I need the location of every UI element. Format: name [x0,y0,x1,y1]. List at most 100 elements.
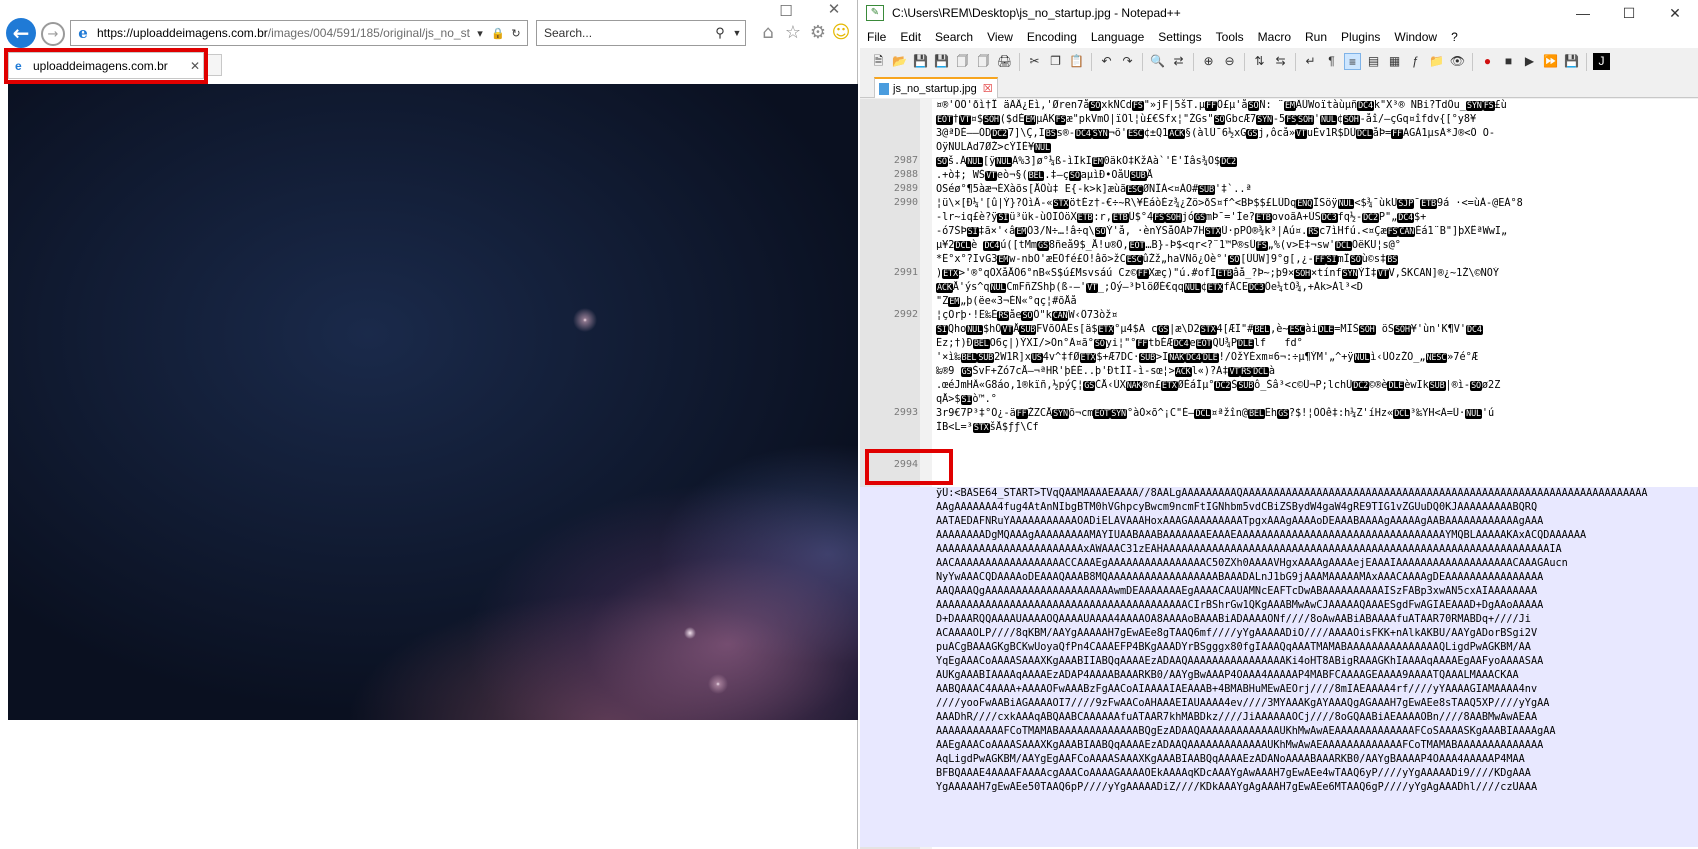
menu-help[interactable]: ? [1444,30,1465,44]
lock-icon[interactable]: 🔒 [491,27,505,40]
search-box[interactable]: Search... ⚲ ▼ [536,20,746,46]
editor-line[interactable]: 3r9€7P³‡°Ó¿-äFFŽZCÅSYNõ¬cmEOT SYN°àÒ×õ^¡C… [936,407,1696,422]
editor-line[interactable]: ÍB<L=³STXšÅ$ƒƒ\Cf [936,421,1696,436]
menu-plugins[interactable]: Plugins [1334,30,1387,44]
find-icon[interactable]: 🔍 [1149,53,1166,70]
function-list-icon[interactable]: ƒ [1407,53,1424,70]
save-icon[interactable]: 💾 [912,53,929,70]
language-icon[interactable]: ▤ [1365,53,1382,70]
record-macro-icon[interactable]: ● [1479,53,1496,70]
smiley-icon[interactable]: ☺ [830,22,852,43]
refresh-icon[interactable]: ↻ [509,27,523,40]
indent-guide-icon[interactable]: ≡ [1344,53,1361,70]
editor-line[interactable]: AAAAAAAAAAAAAAAAAAAAAAAAxAWAAAC31zEAHAAA… [936,543,1696,558]
editor-line[interactable]: ‰®9 GSŠvF+Žó7cÅ—¬ªHR'þÈÉ..þ'ÐtÍÎ-ì-sœ¦>A… [936,365,1696,380]
editor-line[interactable]: AATAEDAFNRuYAAAAAAAAAAAOADiELAVAAAHoxAAA… [936,515,1696,530]
undo-icon[interactable]: ↶ [1098,53,1115,70]
editor-line[interactable]: YqEgAAACoAAAASAAAXKgAAABIIABQqAAAAEzADAA… [936,655,1696,670]
print-icon[interactable]: 🖨 [996,53,1013,70]
editor-line[interactable]: NyYwAAACQDAAAAoDEAAAQAAAB8MQAAAAAAAAAAAA… [936,571,1696,586]
open-file-icon[interactable]: 📂 [891,53,908,70]
ie-close-icon[interactable]: ✕ [824,0,844,18]
close-file-icon[interactable]: 🗍 [954,53,971,70]
menu-tools[interactable]: Tools [1209,30,1251,44]
redo-icon[interactable]: ↷ [1119,53,1136,70]
save-all-icon[interactable]: 💾 [933,53,950,70]
play-macro-icon[interactable]: ▶ [1521,53,1538,70]
editor-line[interactable]: ÕÿNULÄd7ØŽ>cÝÏÈ¥NUL [936,141,1696,156]
editor-line[interactable]: ACKÅ'ýs^qNULCmFñZShþ(ß-—'VT_;Õý—³ÞlöØÉ€q… [936,281,1696,296]
show-all-chars-icon[interactable]: ¶ [1323,53,1340,70]
editor-line[interactable]: OSéø°¶5àæ¬ÈXàõs[ÅÔù‡ E{-k>k]æùãESCØNÎÀ<¤… [936,183,1696,198]
new-tab-button[interactable] [206,54,222,76]
editor-line[interactable]: qÅ>$SIò™.° [936,393,1696,408]
editor-line[interactable]: .œéJmHÂ«G8áo,1®kïñ,½pýÇ¦GSČÅ‹ÚXNAK®n£ETX… [936,379,1696,394]
minimize-icon[interactable]: — [1560,5,1606,21]
editor-line[interactable]: ¤®'ÕÕ'ðì†Î äÃÂ¿Ëì,'Øren7åSOxkÑCdFS"»jF|5… [936,99,1696,114]
editor-line[interactable]: '×ì‰BEL SUB2W1R]xUS4v^‡fØETX$+Æ7DC·SUB>IN… [936,351,1696,366]
menu-view[interactable]: View [980,30,1020,44]
editor-line[interactable]: SIQhoNUL$hÕVTÅSUBFVõOÀËs[ä$ETX°µ4$Ã cGS|… [936,323,1696,338]
menu-run[interactable]: Run [1298,30,1334,44]
editor-line[interactable]: AAAAAAAAAAAFCoTMAMABAAAAAAAAAAAAABQgEzAD… [936,725,1696,740]
stop-macro-icon[interactable]: ■ [1500,53,1517,70]
editor-line[interactable]: AACAAAAAAAAAAAAAAAAAACCAAAEgAAAAAAAAAAAA… [936,557,1696,572]
search-icon[interactable]: ⚲ [711,25,729,41]
ie-maximize-icon[interactable]: ☐ [776,2,796,20]
tab-close-icon[interactable]: ☒ [983,82,993,95]
zoom-in-icon[interactable]: ⊕ [1200,53,1217,70]
paste-icon[interactable]: 📋 [1068,53,1085,70]
word-wrap-icon[interactable]: ↵ [1302,53,1319,70]
menu-macro[interactable]: Macro [1251,30,1298,44]
cut-icon[interactable]: ✂ [1026,53,1043,70]
editor-line[interactable]: µ¥2DCLè DC4ú([tMmGS8ñeå9$_Å!u®Õ,EOT…B}-Þ… [936,239,1696,254]
doc-map-icon[interactable]: ▦ [1386,53,1403,70]
editor-line[interactable]: BFBQAAAE4AAAAFAAAAcgAAACoAAAAGAAAAOEkAAA… [936,767,1696,782]
editor-line[interactable]: 3@ªDÈ——ÓDDC27]\Ç,IBSs®-DC4 SYN¬ö'ESC¢±Q1A… [936,127,1696,142]
gear-icon[interactable]: ⚙ [807,22,829,43]
sync-horizontal-icon[interactable]: ⇆ [1272,53,1289,70]
editor-line[interactable]: *Ë°x°?IvG3EMw-nbÕ'æEÖfé£O!âõ>žCESCûŽž„ha… [936,253,1696,268]
star-icon[interactable]: ☆ [782,22,804,43]
replace-icon[interactable]: ⇄ [1170,53,1187,70]
close-all-icon[interactable]: 🗍 [975,53,992,70]
editor-line[interactable]: AAQAAAQgAAAAAAAAAAAAAAAAAAAAAwmDEAAAAAAA… [936,585,1696,600]
monitoring-icon[interactable]: 👁 [1449,53,1466,70]
back-arrow-icon[interactable]: ← [6,18,36,48]
editor-line[interactable]: ////yooFwAABiAGAAAAOI7////9zFwAACoAHAAAE… [936,697,1696,712]
editor-line[interactable]: "ZEM„þ(ëe«3¬ÉÑ«°qç¦#õÅå [936,295,1696,310]
search-dropdown-icon[interactable]: ▼ [729,28,745,38]
menu-window[interactable]: Window [1387,30,1444,44]
editor-line[interactable]: ¦çÕrþ·!Ë‰ÈRSåeSOÖ"kCANW‹Ö73òž¤ [936,309,1696,324]
home-icon[interactable]: ⌂ [757,22,779,43]
editor-line[interactable]: AAEgAAACoAAAASAAAXKgAAABIAABQqAAAAEzADAA… [936,739,1696,754]
editor-line[interactable]: Ëz;†)ÐBELO6ç|)ÝXI/>Õn°Ä¤ã°SOyi¦"°FFtbÉÆD… [936,337,1696,352]
editor-line[interactable]: ¦ü\×[Ð¼'[û|Ý}?ÒìÂ-«STXötÉz†-€÷~R\¥ÉáòÉz¾… [936,197,1696,212]
sync-vertical-icon[interactable]: ⇅ [1251,53,1268,70]
zoom-out-icon[interactable]: ⊖ [1221,53,1238,70]
editor-line[interactable]: AAAAAAAADgMQAAAgAAAAAAAAAMAYIUAABAAABAAA… [936,529,1696,544]
maximize-icon[interactable]: ☐ [1606,5,1652,22]
menu-settings[interactable]: Settings [1151,30,1208,44]
editor-line[interactable]: -ó7ŠÞSI‡ã×'‹âEMÖ3/N÷…!â÷q\SOÝ'å, ·ènŸSåÖ… [936,225,1696,240]
editor-line[interactable]: AAgAAAAAAA4fug4AtAnNIbgBTM0hVGhpcyBwcm9n… [936,501,1696,516]
editor-line[interactable]: AABQAAAC4AAAA+AAAAOFwAAABzFgAACoAIAAAAIA… [936,683,1696,698]
menu-search[interactable]: Search [928,30,980,44]
menu-encoding[interactable]: Encoding [1020,30,1084,44]
search-placeholder[interactable]: Search... [544,26,711,40]
editor-line[interactable]: EOT†VT¤$SOH($dÈEMµÄKFSæ"pkVmO|ïÖl¦ù£€Sfx… [936,113,1696,128]
editor-line[interactable]: .+ò‡; WŠVTeò¬§(BEL.‡—çSOaµìÐ•OåUSUBÅ [936,169,1696,184]
editor-line[interactable]: ÿÜ:<BASE64_START>TVqQAAMAAAAEAAAA//8AALg… [936,487,1696,502]
npp-doc-tab[interactable]: js_no_startup.jpg ☒ [874,77,998,98]
editor-line[interactable]: D+DAAARQQAAAAUAAAAOQAAAAUAAAA4AAAAOA8AAA… [936,613,1696,628]
close-icon[interactable]: ✕ [1652,5,1698,22]
menu-file[interactable]: File [860,30,893,44]
editor-line[interactable]: puACgBAAAGKgBCKwUoyaQfPn4CAAAEFP4BKgAAAD… [936,641,1696,656]
editor-line[interactable]: AAAAAAAAAAAAAAAAAAAAAAAAAAAAAAAAAAAAAAAA… [936,599,1696,614]
dropdown-arrow-icon[interactable]: ▾ [473,27,487,40]
menu-edit[interactable]: Edit [893,30,928,44]
editor-line[interactable]: )ETX>'®°qÕXåÅÔ6°nB«S$ú£Msvsáú Cz©FFXæç)"… [936,267,1696,282]
plugin-icon[interactable]: J [1593,53,1610,70]
menu-language[interactable]: Language [1084,30,1151,44]
editor-line[interactable]: AUKgAAABIAAAAqAAAAEzADAP4AAAABAAARKB0/AA… [936,669,1696,684]
